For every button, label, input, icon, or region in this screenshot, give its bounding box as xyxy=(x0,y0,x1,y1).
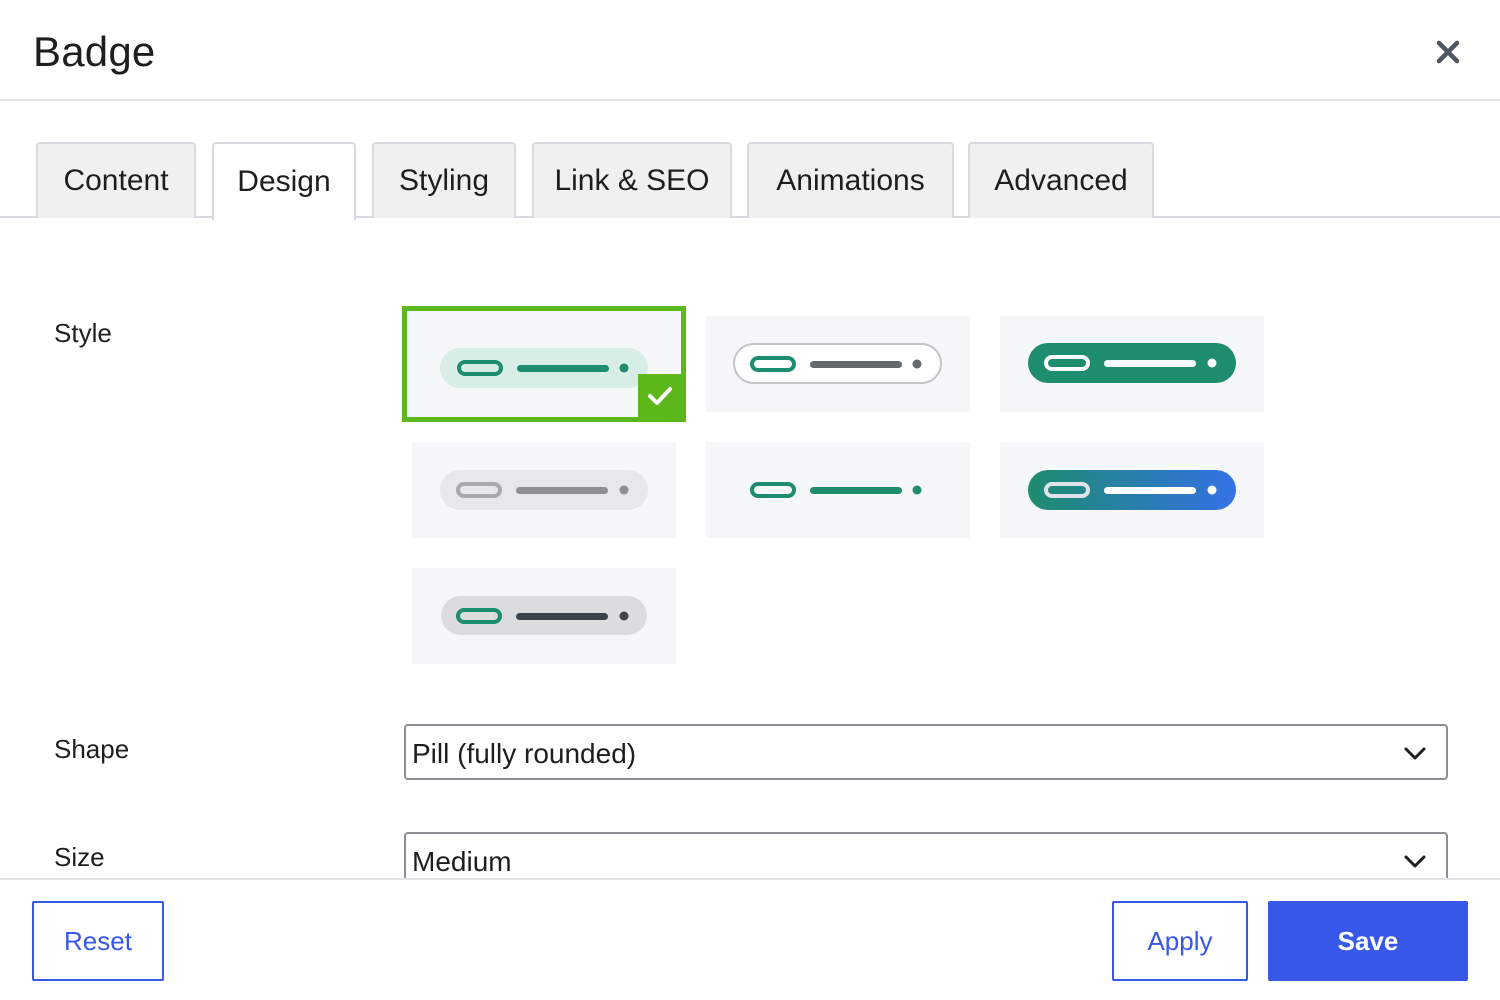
style-label: Style xyxy=(54,318,112,348)
shape-select[interactable]: Pill (fully rounded) xyxy=(404,724,1448,780)
tab-design[interactable]: Design xyxy=(212,142,356,220)
apply-button[interactable]: Apply xyxy=(1112,901,1248,981)
shape-label: Shape xyxy=(54,734,130,764)
modal-header: Badge xyxy=(0,0,1500,101)
chevron-down-icon xyxy=(1404,855,1426,868)
style-option-gradient[interactable] xyxy=(1000,442,1264,538)
style-option-outline[interactable] xyxy=(706,316,970,412)
selected-check-badge xyxy=(638,374,682,418)
tab-styling[interactable]: Styling xyxy=(372,142,516,218)
style-preview-minimal xyxy=(750,482,922,498)
save-button[interactable]: Save xyxy=(1268,901,1468,981)
style-option-neutral[interactable] xyxy=(412,568,676,664)
style-preview-neutral xyxy=(441,596,647,635)
shape-select-value: Pill (fully rounded) xyxy=(412,738,637,769)
close-button[interactable] xyxy=(1428,32,1468,72)
style-option-gray[interactable] xyxy=(412,442,676,538)
tab-animations[interactable]: Animations xyxy=(747,142,954,218)
tab-content[interactable]: Content xyxy=(36,142,196,218)
close-icon xyxy=(1436,40,1460,64)
design-panel: Style Shape Pill (fully rounded) Size Me… xyxy=(0,218,1500,878)
style-preview-gray xyxy=(440,470,648,510)
reset-button[interactable]: Reset xyxy=(32,901,164,981)
style-preview-solid xyxy=(1028,343,1236,383)
size-select[interactable]: Medium xyxy=(404,832,1448,878)
tab-link-seo[interactable]: Link & SEO xyxy=(532,142,732,218)
badge-settings-modal: Badge Content Design Styling Link & SEO … xyxy=(0,0,1500,1000)
style-option-solid[interactable] xyxy=(1000,316,1264,412)
modal-footer: Reset Apply Save xyxy=(0,878,1500,1000)
style-preview-outline xyxy=(733,343,942,384)
tab-bar: Content Design Styling Link & SEO Animat… xyxy=(0,142,1500,220)
checkmark-icon xyxy=(648,387,672,405)
style-option-minimal[interactable] xyxy=(706,442,970,538)
style-option-soft[interactable] xyxy=(402,306,686,422)
chevron-down-icon xyxy=(1404,747,1426,760)
size-select-value: Medium xyxy=(412,846,512,877)
style-preview-gradient xyxy=(1028,470,1236,510)
tab-advanced[interactable]: Advanced xyxy=(968,142,1154,218)
size-label: Size xyxy=(54,842,105,872)
modal-title: Badge xyxy=(33,28,156,75)
